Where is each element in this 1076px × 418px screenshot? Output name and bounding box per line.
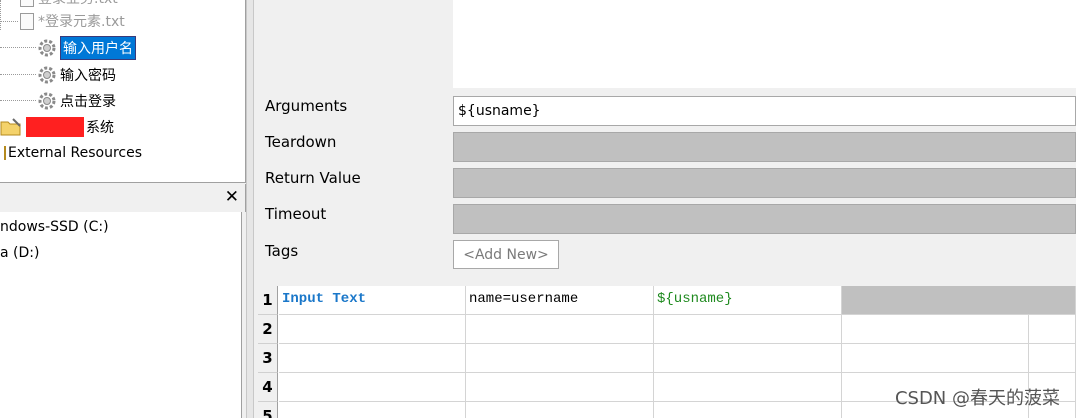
gear-icon [38,66,56,84]
timeout-field[interactable] [453,204,1076,234]
grid-cell[interactable] [466,315,654,344]
redacted-project-name [26,117,84,137]
arguments-field[interactable]: ${usname} [453,96,1076,126]
teardown-field[interactable] [453,132,1076,162]
grid-cell-arg2[interactable]: ${usname} [654,286,842,315]
tree-item-label: 系统 [86,120,114,136]
tree-item-label: 输入密码 [60,68,116,84]
tree-item-label: *登录元素.txt [38,14,125,30]
tree-item-external-resources[interactable]: External Resources [0,141,142,165]
label-teardown: Teardown [265,133,337,151]
tree-item-keyword-1[interactable]: 输入用户名 [37,36,136,60]
drive-item-c[interactable]: ndows-SSD (C:) [0,219,109,235]
tree-item-label: 登录业务.txt [38,0,118,8]
row-number[interactable]: 5 [258,402,278,418]
grid-cell[interactable] [654,373,842,402]
file-explorer-header: ✕ [0,184,246,212]
row-number[interactable]: 3 [258,344,278,373]
add-tag-button[interactable]: <Add New> [453,240,559,269]
row-number[interactable]: 4 [258,373,278,402]
file-icon [20,0,34,7]
grid-cell[interactable] [842,344,1029,373]
tree-item-keyword-3[interactable]: 点击登录 [37,89,116,113]
folder-icon [0,118,21,136]
grid-cell[interactable] [279,373,466,402]
grid-cell[interactable] [654,315,842,344]
row-number[interactable]: 2 [258,315,278,344]
drive-item-d[interactable]: a (D:) [0,245,39,261]
grid-cell[interactable] [654,344,842,373]
grid-cell[interactable] [279,315,466,344]
grid-cell[interactable] [466,344,654,373]
tree-item-project[interactable]: 系统 [0,115,114,139]
suite-tree-panel: 登录业务.txt *登录元素.txt 输入用户名 输入密码 点击登录 系统 Ex… [0,0,246,183]
folder-edge-icon [0,146,6,160]
grid-cell-unused[interactable] [842,286,1076,315]
grid-cell[interactable] [654,402,842,418]
label-return-value: Return Value [265,169,361,187]
return-value-field[interactable] [453,168,1076,198]
file-explorer-panel: ndows-SSD (C:) a (D:) [0,212,242,418]
arguments-value: ${usname} [458,103,541,119]
gear-icon [38,92,56,110]
row-number[interactable]: 1 [258,286,278,315]
grid-cell[interactable] [466,373,654,402]
label-arguments: Arguments [265,97,348,115]
tree-item-label: 点击登录 [60,94,116,110]
grid-cell[interactable] [466,402,654,418]
grid-cell[interactable] [842,315,1029,344]
file-icon [20,12,34,30]
pane-splitter[interactable] [246,0,254,418]
label-timeout: Timeout [265,205,327,223]
watermark: CSDN @春天的菠菜 [894,388,1060,409]
grid-cell[interactable] [279,402,466,418]
grid-cell[interactable] [1029,315,1076,344]
tree-item-keyword-2[interactable]: 输入密码 [37,63,116,87]
tree-item-resource-file[interactable]: *登录元素.txt [20,9,125,33]
tree-item-label: External Resources [8,145,143,161]
grid-cell[interactable] [1029,344,1076,373]
grid-cell[interactable] [279,344,466,373]
label-tags: Tags [265,242,299,260]
grid-cell-keyword[interactable]: Input Text [279,286,466,315]
documentation-area[interactable] [453,0,1076,88]
tree-item-label: 输入用户名 [60,36,136,60]
grid-cell-arg1[interactable]: name=username [466,286,654,315]
close-icon[interactable]: ✕ [225,187,239,207]
gear-icon [38,39,56,57]
